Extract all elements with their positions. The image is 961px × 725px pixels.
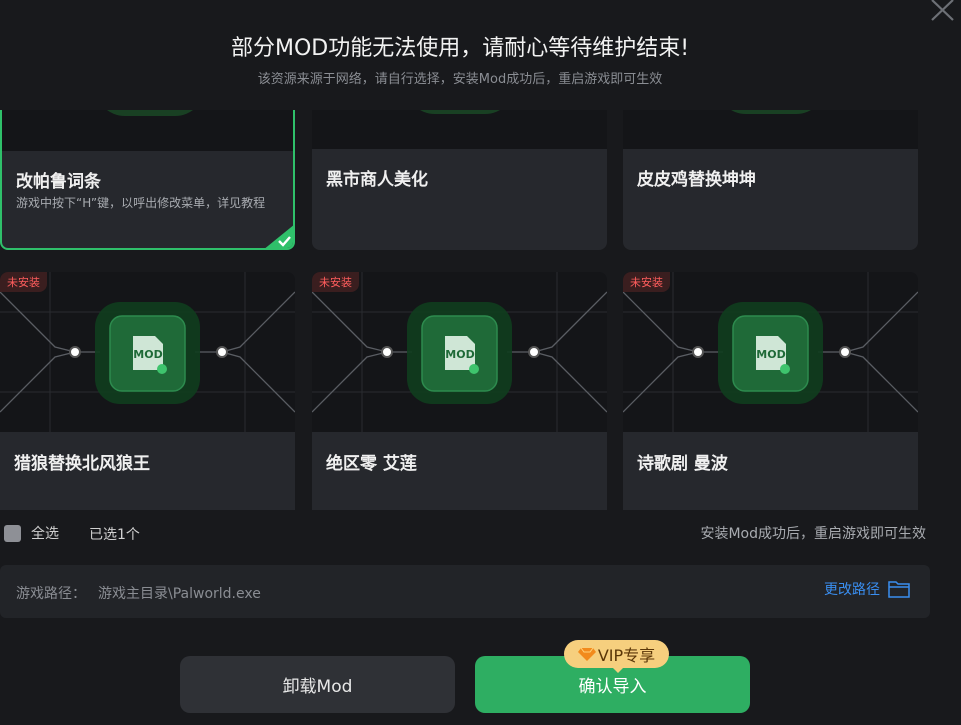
game-path-value: 游戏主目录\Palworld.exe [98, 586, 261, 602]
mod-file-icon: MOD [133, 348, 162, 361]
diamond-icon [577, 647, 596, 661]
mod-file-icon: MOD [445, 348, 474, 361]
confirm-import-label: 确认导入 [578, 677, 647, 697]
checkbox-box[interactable] [4, 524, 21, 542]
mod-card-title: 皮皮鸡替换坤坤 [637, 170, 756, 190]
install-hint: 安装Mod成功后，重启游戏即可生效 [700, 526, 926, 542]
select-all-checkbox[interactable]: 全选 [4, 523, 59, 543]
uninstall-mod-button[interactable]: 卸载Mod [180, 656, 455, 713]
change-path-button[interactable]: 更改路径 [824, 579, 910, 599]
mod-card[interactable]: MOD 未安装 诗歌剧 曼波 [623, 272, 918, 510]
mod-card-list[interactable]: 改帕鲁词条 游戏中按下“H”键，以呼出修改菜单，详见教程 黑市商人美化 皮皮鸡替… [0, 110, 930, 510]
mod-card-title: 改帕鲁词条 [16, 172, 101, 192]
mod-thumbnail [623, 110, 918, 149]
dialog-subtitle: 该资源来源于网络，请自行选择，安装Mod成功后，重启游戏即可生效 [257, 72, 663, 87]
mod-card[interactable]: 改帕鲁词条 游戏中按下“H”键，以呼出修改菜单，详见教程 [0, 110, 295, 250]
close-icon [931, 0, 954, 21]
mod-card-title: 诗歌剧 曼波 [637, 454, 728, 474]
selected-count: 已选1个 [89, 527, 140, 543]
mod-card[interactable]: 黑市商人美化 [312, 110, 607, 250]
mod-card-title: 绝区零 艾莲 [326, 454, 417, 474]
mod-thumbnail: MOD [312, 272, 607, 432]
mod-card-desc: 游戏中按下“H”键，以呼出修改菜单，详见教程 [16, 196, 266, 210]
status-badge: 未安装 [623, 272, 670, 292]
folder-icon [888, 581, 910, 598]
close-button[interactable] [929, 0, 955, 22]
dialog-title: 部分MOD功能无法使用，请耐心等待维护结束! [230, 36, 690, 61]
mod-card-title: 黑市商人美化 [326, 170, 428, 190]
game-path-bar: 游戏路径： 游戏主目录\Palworld.exe 更改路径 [0, 565, 930, 618]
select-all-label: 全选 [31, 526, 59, 542]
vip-badge: VIP专享 [564, 640, 669, 673]
game-path-label: 游戏路径： [16, 586, 86, 602]
mod-thumbnail [312, 110, 607, 149]
mod-thumbnail [2, 110, 293, 151]
status-badge: 未安装 [312, 272, 359, 292]
status-badge: 未安装 [0, 272, 47, 292]
mod-card[interactable]: MOD 未安装 绝区零 艾莲 [312, 272, 607, 510]
check-icon [265, 225, 293, 248]
vip-label: VIP专享 [597, 646, 656, 665]
change-path-label: 更改路径 [824, 582, 880, 598]
mod-thumbnail: MOD [0, 272, 295, 432]
mod-card-title: 猎狼替换北风狼王 [14, 454, 150, 474]
mod-thumbnail: MOD [623, 272, 918, 432]
mod-card[interactable]: MOD 未安装 猎狼替换北风狼王 [0, 272, 295, 510]
mod-card[interactable]: 皮皮鸡替换坤坤 [623, 110, 918, 250]
uninstall-mod-label: 卸载Mod [282, 677, 353, 697]
mod-file-icon: MOD [756, 348, 785, 361]
